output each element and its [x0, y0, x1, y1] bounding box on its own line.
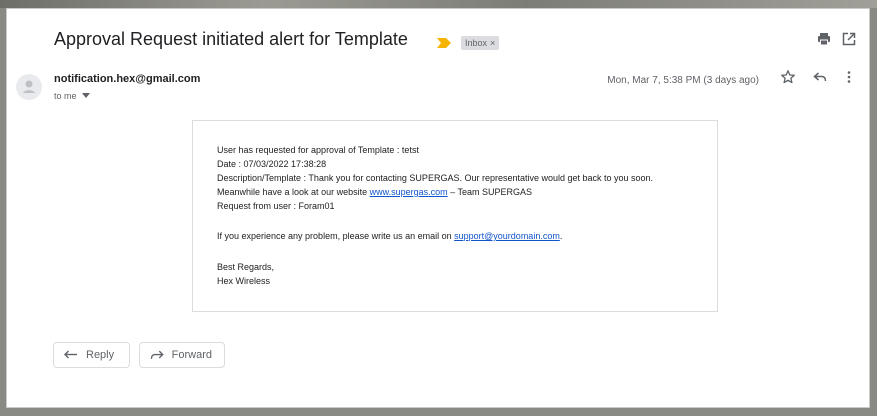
recipient-details-toggle[interactable]: to me [54, 91, 91, 101]
remove-label-icon[interactable]: × [490, 38, 495, 48]
forward-button-label: Forward [171, 349, 212, 361]
star-icon[interactable] [780, 69, 796, 85]
recipient-text: to me [54, 91, 77, 101]
forward-button[interactable]: Forward [139, 342, 225, 368]
message-body: User has requested for approval of Templ… [192, 120, 718, 312]
inbox-label-text: Inbox [465, 38, 488, 48]
email-date: Mon, Mar 7, 5:38 PM (3 days ago) [607, 75, 759, 86]
body-line-template: User has requested for approval of Templ… [217, 145, 419, 155]
chevron-down-icon [82, 93, 91, 98]
support-text-suffix: . [559, 231, 563, 241]
email-view: Approval Request initiated alert for Tem… [6, 8, 870, 408]
body-line-regards: Best Regards, [217, 262, 275, 272]
body-line-website: Meanwhile have a look at our website www… [217, 187, 532, 197]
forward-arrow-icon [150, 350, 164, 359]
body-line-requester: Request from user : Foram01 [217, 201, 335, 211]
sender-avatar [16, 74, 42, 100]
body-line-signature: Hex Wireless [217, 276, 271, 286]
email-subject: Approval Request initiated alert for Tem… [54, 29, 408, 49]
open-in-new-window-icon[interactable] [841, 31, 857, 47]
inbox-label-chip[interactable]: Inbox × [461, 36, 500, 50]
body-line-description: Description/Template : Thank you for con… [217, 173, 654, 183]
person-icon [22, 80, 36, 93]
support-text-prefix: If you experience any problem, please wr… [217, 231, 455, 241]
reply-button-label: Reply [86, 349, 115, 361]
support-email-link[interactable]: support@yourdomain.com [454, 231, 560, 241]
window-top-strip [0, 0, 877, 8]
reply-arrow-icon [64, 350, 77, 359]
website-link[interactable]: www.supergas.com [370, 187, 448, 197]
reply-button[interactable]: Reply [53, 342, 130, 368]
body-line-date: Date : 07/03/2022 17:38:28 [217, 159, 327, 169]
more-options-icon[interactable] [841, 69, 857, 85]
website-text-suffix: – Team SUPERGAS [447, 187, 532, 197]
sender-email[interactable]: notification.hex@gmail.com [54, 73, 200, 85]
print-icon[interactable] [816, 31, 832, 47]
important-marker-icon[interactable] [437, 38, 451, 48]
body-line-support: If you experience any problem, please wr… [217, 231, 562, 241]
reply-icon[interactable] [812, 69, 828, 85]
website-text-prefix: Meanwhile have a look at our website [217, 187, 370, 197]
